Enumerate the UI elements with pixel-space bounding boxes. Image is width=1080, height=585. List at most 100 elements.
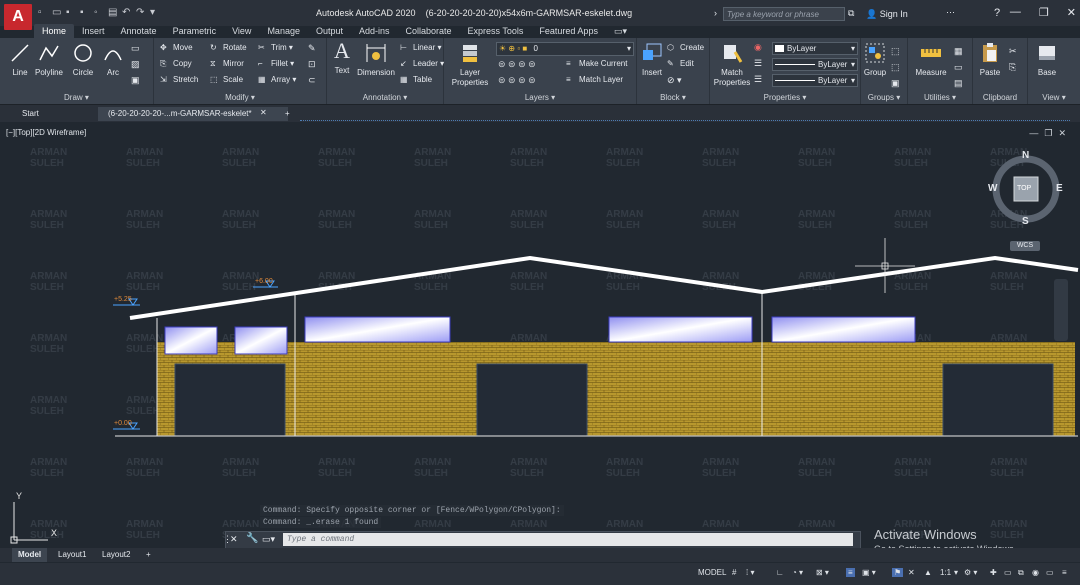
trim-button[interactable]: ✂ Trim ▾ <box>258 43 293 52</box>
create-block-button[interactable]: ⬡ Create <box>667 43 704 52</box>
hatch-icon[interactable]: ▨ <box>131 59 140 70</box>
maximize-icon[interactable]: ❐ <box>1039 6 1049 19</box>
properties-panel-label[interactable]: Properties <box>764 93 800 102</box>
rectangle-icon[interactable]: ▭ <box>131 43 140 54</box>
layers-panel-label[interactable]: Layers <box>525 93 549 102</box>
compass-south[interactable]: S <box>1022 216 1029 227</box>
open-icon[interactable]: ▭ <box>52 8 62 18</box>
linear-button[interactable]: ⊢ Linear ▾ <box>400 43 442 52</box>
fillet-button[interactable]: ⌐ Fillet ▾ <box>258 59 294 68</box>
clean-screen-icon[interactable]: ▭ <box>1046 568 1054 577</box>
undo-icon[interactable]: ↶ <box>122 8 132 18</box>
viewport-controls-label[interactable]: [−][Top][2D Wireframe] <box>6 128 86 137</box>
annotation-scale-icon[interactable]: ▲ <box>924 568 932 577</box>
linetype-icon[interactable]: ☰ <box>754 58 762 69</box>
match-layer-button[interactable]: ≡ Match Layer <box>566 75 623 84</box>
measure-button[interactable]: Measure <box>914 42 948 77</box>
utility-tools-icons[interactable]: ▦ ▭ ▤ <box>954 43 963 91</box>
clipboard-tools-icons[interactable]: ✂ ⎘ <box>1009 43 1017 75</box>
annotation-monitor-icon[interactable]: ✚ <box>990 568 997 577</box>
lineweight-icon[interactable]: ☰ <box>754 74 762 85</box>
command-input[interactable]: Type a command <box>283 533 853 546</box>
edit-block-button[interactable]: ✎ Edit <box>667 59 694 68</box>
wrench-icon[interactable]: 🔧 <box>246 533 258 544</box>
elevation-label-0[interactable]: +0.00 <box>114 420 132 427</box>
search-arrow-icon[interactable]: › <box>714 8 717 18</box>
scale-chevron-icon[interactable]: ▾ <box>954 568 958 577</box>
door-opening-3[interactable] <box>942 363 1054 437</box>
search-input[interactable]: Type a keyword or phrase <box>723 7 845 21</box>
utilities-panel-label[interactable]: Utilities <box>924 93 950 102</box>
attribute-icon[interactable]: ⊘ ▾ <box>667 75 682 86</box>
binoculars-icon[interactable]: ⧉ <box>848 8 854 19</box>
ribbon-options-icon[interactable]: ▭▾ <box>606 24 635 38</box>
osnap-icon[interactable]: ⊠ ▾ <box>816 568 829 577</box>
new-layout-button[interactable]: + <box>140 548 157 562</box>
window-3[interactable] <box>304 316 451 343</box>
roof-polyline[interactable] <box>129 255 1079 320</box>
annotation-scale-value[interactable]: 1:1 <box>940 568 951 577</box>
base-button[interactable]: Base <box>1034 42 1060 77</box>
new-icon[interactable]: ▫ <box>38 8 48 18</box>
block-panel-label[interactable]: Block <box>660 93 680 102</box>
color-wheel-icon[interactable]: ◉ <box>754 42 762 53</box>
window-4[interactable] <box>608 316 753 343</box>
lineweight-toggle-icon[interactable]: ≡ <box>846 568 855 577</box>
wcs-menu[interactable]: WCS <box>1010 241 1040 251</box>
compass-west[interactable]: W <box>988 183 997 194</box>
groups-panel-label[interactable]: Groups <box>868 93 894 102</box>
text-button[interactable]: A Text <box>331 40 353 76</box>
leader-button[interactable]: ↙ Leader ▾ <box>400 59 444 68</box>
units-icon[interactable]: ▭ <box>1004 568 1012 577</box>
copy-button[interactable]: ⎘ Copy <box>160 59 192 68</box>
tab-output[interactable]: Output <box>308 24 351 38</box>
tab-annotate[interactable]: Annotate <box>113 24 165 38</box>
polyline-button[interactable]: Polyline <box>34 42 64 77</box>
window-1[interactable] <box>164 326 218 355</box>
autoscale-icon[interactable]: ✕ <box>908 568 915 577</box>
draw-panel-label[interactable]: Draw <box>64 93 83 102</box>
window-2[interactable] <box>234 326 288 355</box>
layer-tools-row1-icons[interactable]: ⊜ ⊜ ⊜ ⊜ <box>498 59 536 70</box>
viewport-window-controls[interactable]: —❐✕ <box>1029 128 1072 139</box>
rotate-button[interactable]: ↻ Rotate <box>210 43 247 52</box>
array-button[interactable]: ▦ Array ▾ <box>258 75 296 84</box>
layer-tools-row2-icons[interactable]: ⊜ ⊜ ⊜ ⊜ <box>498 75 536 86</box>
customization-menu-icon[interactable]: ≡ <box>1062 568 1067 577</box>
tab-insert[interactable]: Insert <box>74 24 113 38</box>
layout-tab-layout1[interactable]: Layout1 <box>52 548 92 562</box>
sign-in-link[interactable]: 👤 Sign In <box>866 9 908 20</box>
region-icon[interactable]: ▣ <box>131 75 140 86</box>
tab-featured-apps[interactable]: Featured Apps <box>531 24 606 38</box>
insert-button[interactable]: Insert <box>639 42 665 77</box>
compass-east[interactable]: E <box>1056 183 1063 194</box>
linetype-dropdown[interactable]: ByLayer ▾ <box>772 58 858 71</box>
dimension-button[interactable]: Dimension <box>355 42 397 77</box>
transparency-icon[interactable]: ▣ ▾ <box>862 568 876 577</box>
elevation-label-525[interactable]: +5.25 <box>114 296 132 303</box>
autocad-logo[interactable]: A <box>4 4 32 30</box>
offset-icon[interactable]: ⊂ <box>308 75 316 86</box>
viewcube-top-face[interactable]: TOP <box>1017 185 1031 192</box>
close-icon[interactable]: ✕ <box>230 534 238 545</box>
group-button[interactable]: Group <box>863 42 887 77</box>
annotation-visibility-icon[interactable]: ⚑ <box>892 568 904 577</box>
tab-collaborate[interactable]: Collaborate <box>398 24 460 38</box>
polar-icon[interactable]: ◔ ▾ <box>792 568 803 577</box>
layout-tab-model[interactable]: Model <box>12 548 48 562</box>
color-dropdown[interactable]: ByLayer ▾ <box>772 42 858 55</box>
save-icon[interactable]: ▪ <box>66 8 76 18</box>
layer-properties-button[interactable]: Layer Properties <box>450 42 490 88</box>
group-tools-icons[interactable]: ⬚ ⬚ ▣ <box>891 43 900 91</box>
file-tab-start[interactable]: Start <box>12 107 92 121</box>
web-icon[interactable]: ◦ <box>94 8 104 18</box>
close-icon[interactable]: ✕ <box>1067 6 1076 19</box>
workspace-gear-icon[interactable]: ⚙ ▾ <box>964 568 977 577</box>
view-panel-label[interactable]: View <box>1042 93 1059 102</box>
window-5[interactable] <box>771 316 916 343</box>
layer-dropdown[interactable]: ☀ ⊕ ▫ ■ 0 ▾ <box>496 42 634 56</box>
tab-close-icon[interactable]: ✕ <box>260 108 267 117</box>
mirror-button[interactable]: ⧖ Mirror <box>210 59 244 68</box>
tab-express-tools[interactable]: Express Tools <box>460 24 532 38</box>
minimize-icon[interactable]: — <box>1010 6 1021 19</box>
